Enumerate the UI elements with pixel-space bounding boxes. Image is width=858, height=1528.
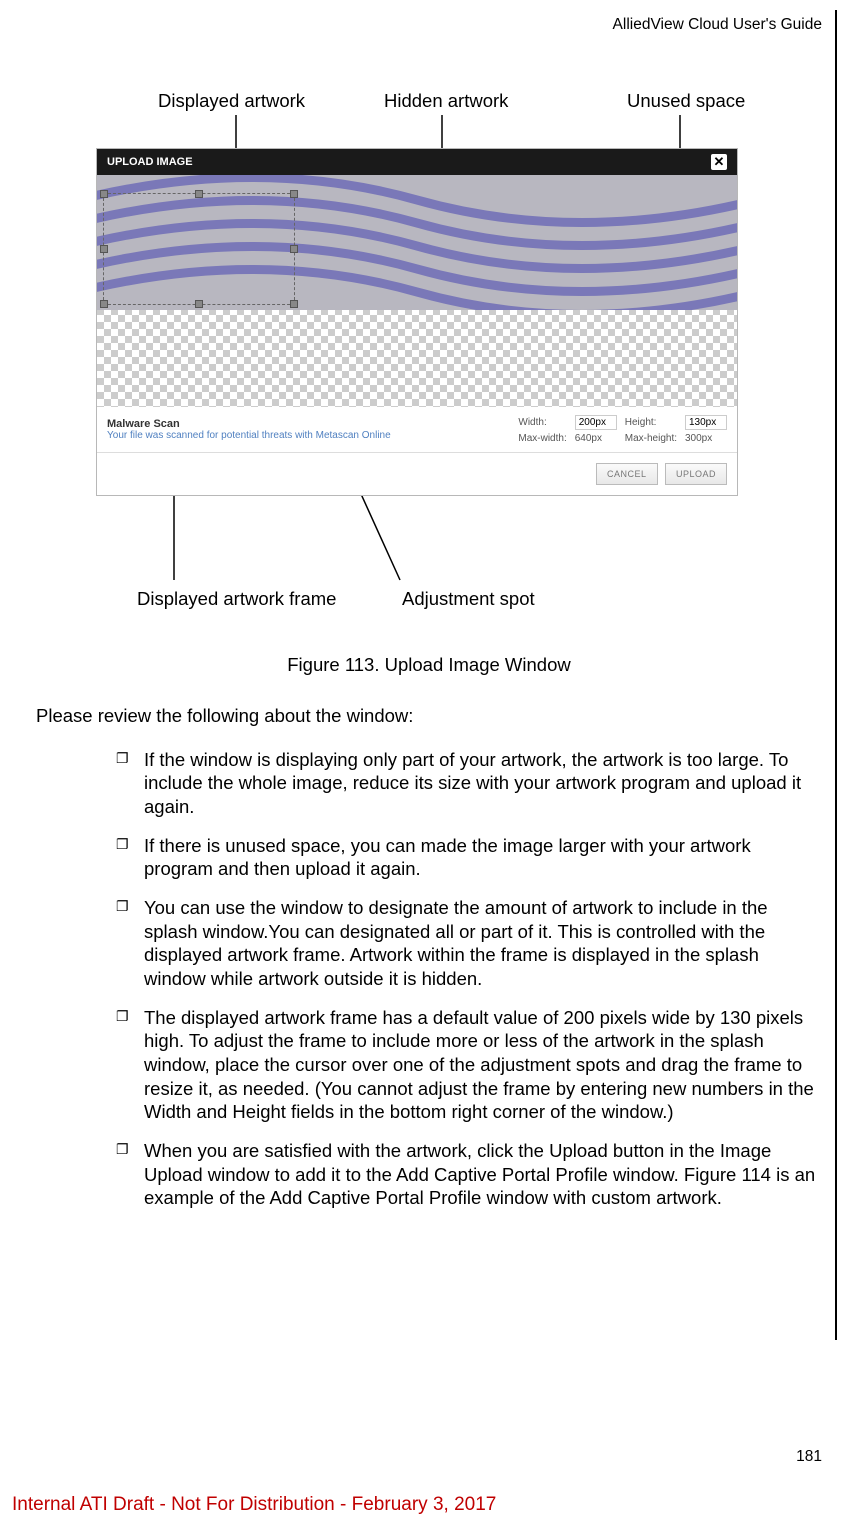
bullet-list: If the window is displaying only part of… — [36, 748, 818, 1210]
header-title: AlliedView Cloud User's Guide — [613, 16, 822, 34]
bullet-item: You can use the window to designate the … — [116, 896, 818, 991]
label-unused-space: Unused space — [627, 90, 745, 112]
resize-handle-br[interactable] — [290, 300, 298, 308]
resize-handle-tm[interactable] — [195, 190, 203, 198]
body-text: Please review the following about the wi… — [36, 704, 818, 1225]
maxwidth-label: Max-width: — [518, 433, 566, 444]
cancel-button[interactable]: CANCEL — [596, 463, 658, 485]
dialog-header: UPLOAD IMAGE ✕ — [97, 149, 737, 175]
bullet-item: When you are satisfied with the artwork,… — [116, 1139, 818, 1210]
footer-draft-notice: Internal ATI Draft - Not For Distributio… — [12, 1494, 496, 1516]
width-field[interactable] — [575, 415, 617, 430]
maxwidth-value: 640px — [575, 433, 617, 444]
close-icon[interactable]: ✕ — [711, 154, 727, 170]
resize-handle-bm[interactable] — [195, 300, 203, 308]
upload-image-dialog: UPLOAD IMAGE ✕ — [96, 148, 738, 496]
bullet-item: If the window is displaying only part of… — [116, 748, 818, 819]
label-hidden-artwork: Hidden artwork — [384, 90, 508, 112]
label-displayed-artwork: Displayed artwork — [158, 90, 305, 112]
resize-handle-tl[interactable] — [100, 190, 108, 198]
dimensions-panel: Width: Height: Max-width: 640px Max-heig… — [518, 415, 727, 444]
intro-line: Please review the following about the wi… — [36, 704, 818, 728]
maxheight-label: Max-height: — [625, 433, 677, 444]
resize-handle-ml[interactable] — [100, 245, 108, 253]
malware-title: Malware Scan — [107, 418, 518, 430]
resize-handle-mr[interactable] — [290, 245, 298, 253]
dialog-buttons: CANCEL UPLOAD — [97, 453, 737, 495]
maxheight-value: 300px — [685, 433, 727, 444]
height-field[interactable] — [685, 415, 727, 430]
upload-button[interactable]: UPLOAD — [665, 463, 727, 485]
displayed-artwork-frame[interactable] — [103, 193, 295, 305]
figure-container: UPLOAD IMAGE ✕ — [96, 148, 738, 496]
page-number: 181 — [796, 1448, 822, 1466]
height-label: Height: — [625, 417, 677, 428]
bullet-item: The displayed artwork frame has a defaul… — [116, 1006, 818, 1124]
width-label: Width: — [518, 417, 566, 428]
malware-subtitle: Your file was scanned for potential thre… — [107, 430, 518, 441]
image-canvas[interactable] — [97, 175, 737, 407]
resize-handle-bl[interactable] — [100, 300, 108, 308]
bullet-item: If there is unused space, you can made t… — [116, 834, 818, 881]
dialog-title: UPLOAD IMAGE — [107, 156, 193, 168]
figure-caption: Figure 113. Upload Image Window — [0, 654, 858, 676]
label-displayed-frame: Displayed artwork frame — [137, 588, 336, 610]
info-bar: Malware Scan Your file was scanned for p… — [97, 407, 737, 453]
malware-scan-info: Malware Scan Your file was scanned for p… — [107, 418, 518, 441]
label-adjustment-spot: Adjustment spot — [402, 588, 535, 610]
resize-handle-tr[interactable] — [290, 190, 298, 198]
